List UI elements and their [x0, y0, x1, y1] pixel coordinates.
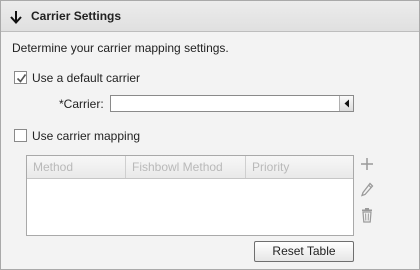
carrier-mapping-table: Method Fishbowl Method Priority — [26, 155, 354, 236]
carrier-mapping-label[interactable]: Use carrier mapping — [32, 129, 140, 143]
default-carrier-label[interactable]: Use a default carrier — [32, 71, 140, 85]
pencil-icon[interactable] — [360, 182, 374, 201]
panel-header[interactable]: Carrier Settings — [1, 1, 419, 32]
column-header-priority[interactable]: Priority — [246, 156, 353, 178]
panel-title: Carrier Settings — [31, 9, 122, 23]
carrier-settings-panel: Carrier Settings Determine your carrier … — [0, 0, 420, 270]
carrier-select[interactable] — [110, 95, 354, 112]
plus-icon[interactable] — [360, 157, 374, 174]
default-carrier-checkbox[interactable] — [14, 71, 27, 84]
carrier-label: *Carrier: — [59, 97, 104, 111]
description-text: Determine your carrier mapping settings. — [12, 41, 229, 55]
column-header-method[interactable]: Method — [27, 156, 126, 178]
reset-table-button[interactable]: Reset Table — [254, 241, 354, 262]
trash-icon[interactable] — [360, 207, 374, 226]
dropdown-arrow-icon[interactable] — [339, 96, 353, 111]
arrow-down-icon[interactable] — [9, 9, 23, 25]
carrier-mapping-checkbox[interactable] — [14, 129, 27, 142]
table-header: Method Fishbowl Method Priority — [27, 156, 353, 179]
column-header-fishbowl-method[interactable]: Fishbowl Method — [126, 156, 246, 178]
